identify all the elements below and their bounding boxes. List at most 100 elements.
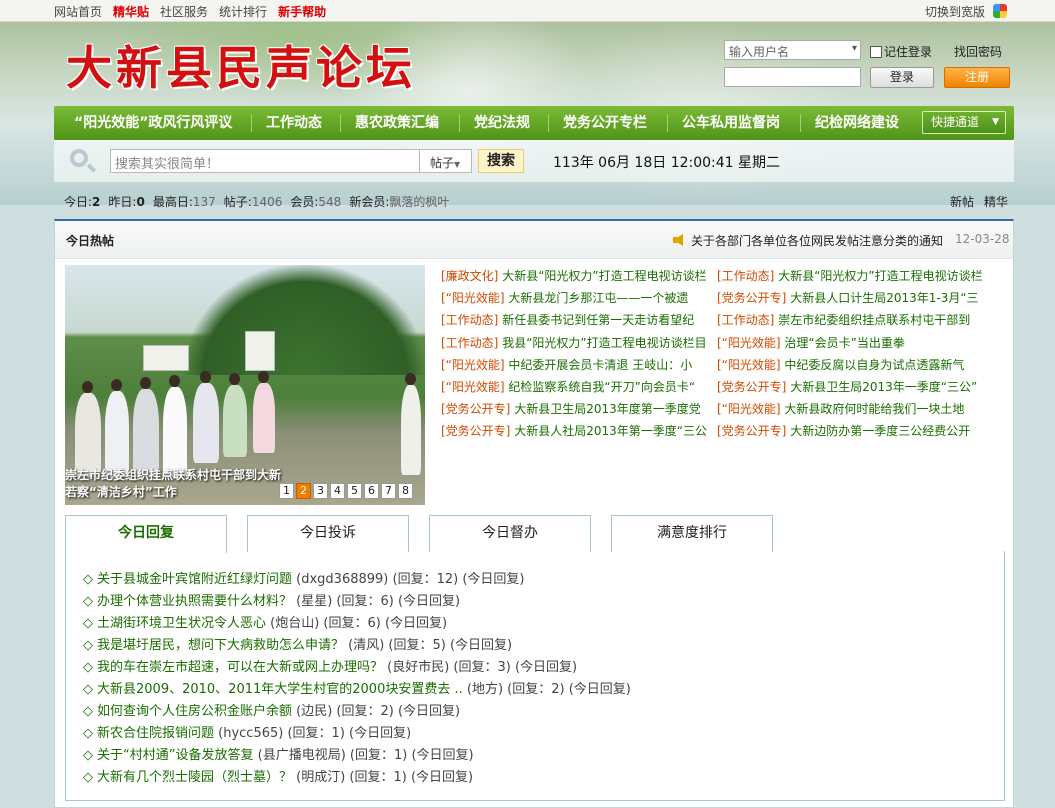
- top-link-help[interactable]: 新手帮助: [278, 3, 326, 20]
- nav-item-network[interactable]: 纪检网络建设: [815, 106, 899, 140]
- slide-page-button[interactable]: 2: [296, 483, 311, 499]
- list-item[interactable]: [党务公开专] 大新县卫生局2013年度第一季度党: [441, 398, 711, 420]
- top-link-home[interactable]: 网站首页: [54, 3, 102, 20]
- nav-item-party-affairs[interactable]: 党务公开专栏: [563, 106, 647, 140]
- post-category[interactable]: [“阳光效能]: [717, 336, 781, 350]
- slide-page-button[interactable]: 8: [398, 483, 413, 499]
- post-title[interactable]: 大新县政府何时能给我们一块土地: [784, 402, 964, 416]
- site-logo[interactable]: 大新县民声论坛: [66, 32, 416, 98]
- reply-post-link[interactable]: 如何查询个人住房公积金账户余额: [97, 704, 292, 719]
- list-item[interactable]: [工作动态] 新任县委书记到任第一天走访看望纪: [441, 309, 711, 331]
- post-title[interactable]: 中纪委开展会员卡清退 王岐山：小: [508, 358, 692, 372]
- list-item[interactable]: [工作动态] 大新县“阳光权力”打造工程电视访谈栏: [717, 265, 987, 287]
- list-item[interactable]: [党务公开专] 大新边防办第一季度三公经费公开: [717, 420, 987, 442]
- post-category[interactable]: [工作动态]: [717, 313, 774, 327]
- new-posts-link[interactable]: 新帖: [950, 193, 974, 210]
- nav-item-bus-monitor[interactable]: 公车私用监督岗: [682, 106, 780, 140]
- username-input[interactable]: 输入用户名 ▾: [724, 40, 861, 60]
- reply-post-link[interactable]: 关于“村村通”设备发放答复: [97, 748, 253, 763]
- post-title[interactable]: 大新县“阳光权力”打造工程电视访谈栏: [502, 269, 706, 283]
- reply-post-link[interactable]: 关于县城金叶宾馆附近红绿灯问题: [97, 572, 292, 587]
- list-item[interactable]: [工作动态] 我县“阳光权力”打造工程电视访谈栏目: [441, 332, 711, 354]
- post-category[interactable]: [“阳光效能]: [717, 402, 781, 416]
- nav-item-work-news[interactable]: 工作动态: [266, 106, 322, 140]
- list-item[interactable]: [“阳光效能] 中纪委反腐以自身为试点透露新气: [717, 354, 987, 376]
- post-title[interactable]: 大新县人社局2013年第一季度“三公: [514, 424, 707, 438]
- slide-page-button[interactable]: 4: [330, 483, 345, 499]
- list-item[interactable]: [“阳光效能] 大新县政府何时能给我们一块土地: [717, 398, 987, 420]
- login-button[interactable]: 登录: [870, 67, 934, 88]
- post-category[interactable]: [“阳光效能]: [717, 358, 781, 372]
- reply-post-link[interactable]: 土湖街环境卫生状况令人恶心: [97, 616, 266, 631]
- wide-switch-link[interactable]: 切换到宽版: [925, 3, 985, 20]
- post-category[interactable]: [党务公开专]: [717, 380, 786, 394]
- list-item[interactable]: [工作动态] 崇左市纪委组织挂点联系村屯干部到: [717, 309, 987, 331]
- forgot-password-link[interactable]: 找回密码: [954, 43, 1002, 60]
- notice-link[interactable]: 关于各部门各单位各位网民发帖注意分类的通知: [691, 232, 943, 249]
- reply-post-link[interactable]: 我的车在崇左市超速，可以在大新或网上办理吗？: [97, 660, 383, 675]
- reply-post-link[interactable]: 大新县2009、2010、2011年大学生村官的2000块安置费去 ..: [97, 682, 463, 697]
- post-title[interactable]: 大新县人口计生局2013年1-3月“三: [790, 291, 978, 305]
- register-button[interactable]: 注册: [944, 67, 1010, 88]
- slide-page-button[interactable]: 3: [313, 483, 328, 499]
- top-link-digest[interactable]: 精华贴: [113, 3, 149, 20]
- post-title[interactable]: 我县“阳光权力”打造工程电视访谈栏目: [502, 336, 706, 350]
- remember-checkbox[interactable]: [870, 46, 882, 58]
- list-item[interactable]: [“阳光效能] 大新县龙门乡那江屯——一个被遗: [441, 287, 711, 309]
- search-button[interactable]: 搜索: [478, 149, 524, 173]
- list-item[interactable]: [党务公开专] 大新县人口计生局2013年1-3月“三: [717, 287, 987, 309]
- color-palette-icon[interactable]: [993, 4, 1007, 18]
- reply-post-link[interactable]: 新农合住院报销问题: [97, 726, 214, 741]
- post-category[interactable]: [工作动态]: [441, 313, 498, 327]
- tab-satisfaction-ranking[interactable]: 满意度排行: [611, 515, 773, 552]
- quick-access-dropdown[interactable]: 快捷通道 ▼: [922, 111, 1006, 134]
- post-category[interactable]: [廉政文化]: [441, 269, 498, 283]
- slide-page-button[interactable]: 5: [347, 483, 362, 499]
- post-category[interactable]: [工作动态]: [441, 336, 498, 350]
- password-input[interactable]: [724, 67, 861, 87]
- post-category[interactable]: [党务公开专]: [717, 291, 786, 305]
- photo-slideshow[interactable]: 崇左市纪委组织挂点联系村屯干部到大新若察“清洁乡村”工作 1 2 3 4 5 6…: [65, 265, 425, 505]
- nav-item-policies[interactable]: 惠农政策汇编: [355, 106, 439, 140]
- post-title[interactable]: 大新县龙门乡那江屯——一个被遗: [508, 291, 688, 305]
- tab-today-complaints[interactable]: 今日投诉: [247, 515, 409, 552]
- post-title[interactable]: 中纪委反腐以自身为试点透露新气: [784, 358, 964, 372]
- reply-post-link[interactable]: 办理个体营业执照需要什么材料？: [97, 594, 292, 609]
- post-title[interactable]: 大新县卫生局2013年一季度“三公”: [790, 380, 977, 394]
- list-item[interactable]: [党务公开专] 大新县卫生局2013年一季度“三公”: [717, 376, 987, 398]
- search-input[interactable]: 搜索其实很简单！: [110, 149, 420, 173]
- search-type-select[interactable]: 帖子▼: [420, 149, 472, 173]
- top-link-community[interactable]: 社区服务: [160, 3, 208, 20]
- chevron-down-icon[interactable]: ▾: [852, 43, 857, 54]
- list-item[interactable]: [“阳光效能] 治理“会员卡”当出重拳: [717, 332, 987, 354]
- post-title[interactable]: 崇左市纪委组织挂点联系村屯干部到: [778, 313, 970, 327]
- reply-post-link[interactable]: 我是堪圩居民，想问下大病救助怎么申请？: [97, 638, 344, 653]
- remember-login[interactable]: 记住登录: [870, 43, 950, 60]
- list-item[interactable]: [“阳光效能] 纪检监察系统自我“开刀”向会员卡“: [441, 376, 711, 398]
- post-category[interactable]: [工作动态]: [717, 269, 774, 283]
- post-category[interactable]: [“阳光效能]: [441, 358, 505, 372]
- nav-item-evaluation[interactable]: “阳光效能”政风行风评议: [74, 106, 232, 140]
- post-category[interactable]: [党务公开专]: [717, 424, 786, 438]
- nav-item-discipline[interactable]: 党纪法规: [474, 106, 530, 140]
- slide-page-button[interactable]: 6: [364, 483, 379, 499]
- reply-post-link[interactable]: 大新有几个烈士陵园（烈士墓）？: [97, 770, 292, 785]
- tab-today-supervision[interactable]: 今日督办: [429, 515, 591, 552]
- slide-page-button[interactable]: 7: [381, 483, 396, 499]
- new-member-link[interactable]: 飘落的枫叶: [389, 195, 449, 209]
- list-item[interactable]: [“阳光效能] 中纪委开展会员卡清退 王岐山：小: [441, 354, 711, 376]
- slide-page-button[interactable]: 1: [279, 483, 294, 499]
- top-link-stats[interactable]: 统计排行: [219, 3, 267, 20]
- post-title[interactable]: 大新边防办第一季度三公经费公开: [790, 424, 970, 438]
- post-category[interactable]: [党务公开专]: [441, 402, 510, 416]
- post-title[interactable]: 纪检监察系统自我“开刀”向会员卡“: [508, 380, 695, 394]
- post-category[interactable]: [“阳光效能]: [441, 380, 505, 394]
- list-item[interactable]: [廉政文化] 大新县“阳光权力”打造工程电视访谈栏: [441, 265, 711, 287]
- post-title[interactable]: 大新县卫生局2013年度第一季度党: [514, 402, 701, 416]
- post-title[interactable]: 新任县委书记到任第一天走访看望纪: [502, 313, 694, 327]
- list-item[interactable]: [党务公开专] 大新县人社局2013年第一季度“三公: [441, 420, 711, 442]
- post-category[interactable]: [党务公开专]: [441, 424, 510, 438]
- post-category[interactable]: [“阳光效能]: [441, 291, 505, 305]
- tab-today-replies[interactable]: 今日回复: [65, 515, 227, 553]
- post-title[interactable]: 治理“会员卡”当出重拳: [784, 336, 904, 350]
